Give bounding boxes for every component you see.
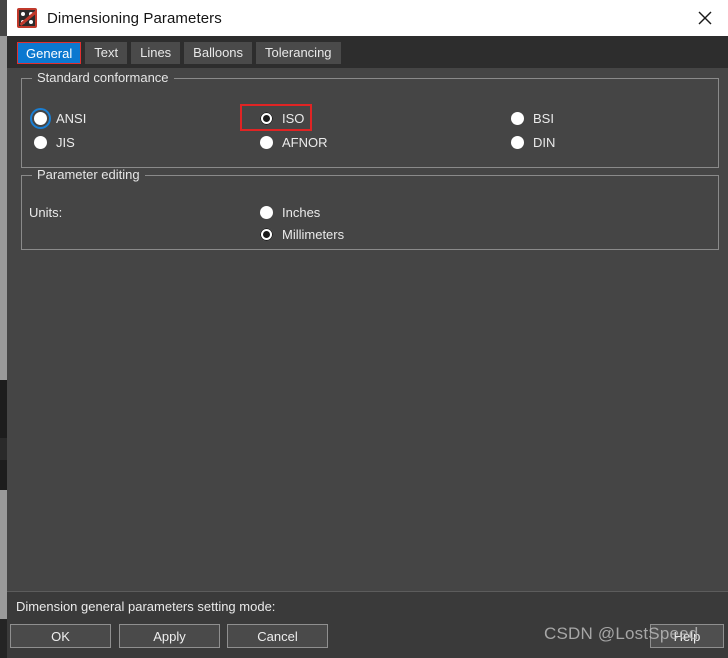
units-label: Units: (29, 205, 62, 220)
standard-conformance-group: Standard conformance ANSI JIS ISO AFNOR (21, 78, 719, 168)
radio-afnor[interactable]: AFNOR (260, 135, 328, 150)
cancel-button[interactable]: Cancel (227, 624, 328, 648)
dimensioning-parameters-dialog: Dimensioning Parameters General Text Lin… (0, 0, 728, 658)
tab-text[interactable]: Text (85, 42, 127, 64)
dialog-body: Standard conformance ANSI JIS ISO AFNOR (7, 68, 728, 591)
radio-ansi-label: ANSI (56, 111, 86, 126)
radio-din[interactable]: DIN (511, 135, 555, 150)
radio-inches[interactable]: Inches (260, 205, 320, 220)
radio-jis[interactable]: JIS (34, 135, 75, 150)
radio-iso-label: ISO (282, 111, 304, 126)
tab-tolerancing[interactable]: Tolerancing (256, 42, 341, 64)
radio-iso[interactable]: ISO (260, 111, 304, 126)
radio-inches-indicator (260, 206, 273, 219)
radio-bsi-indicator (511, 112, 524, 125)
radio-inches-label: Inches (282, 205, 320, 220)
radio-afnor-indicator (260, 136, 273, 149)
tab-balloons[interactable]: Balloons (184, 42, 252, 64)
title-bar: Dimensioning Parameters (7, 0, 728, 36)
help-button[interactable]: Help (650, 624, 724, 648)
radio-ansi-indicator (34, 112, 47, 125)
tab-bar: General Text Lines Balloons Tolerancing (7, 36, 728, 68)
tab-general[interactable]: General (17, 42, 81, 64)
radio-din-label: DIN (533, 135, 555, 150)
background-strip (0, 380, 7, 490)
standard-conformance-legend: Standard conformance (32, 71, 174, 85)
status-text: Dimension general parameters setting mod… (16, 599, 275, 614)
ok-button[interactable]: OK (10, 624, 111, 648)
dimension-dice-icon (17, 8, 37, 28)
tab-lines[interactable]: Lines (131, 42, 180, 64)
radio-millimeters[interactable]: Millimeters (260, 227, 344, 242)
radio-millimeters-indicator (260, 228, 273, 241)
radio-millimeters-label: Millimeters (282, 227, 344, 242)
radio-jis-label: JIS (56, 135, 75, 150)
close-icon[interactable] (682, 0, 728, 36)
radio-bsi-label: BSI (533, 111, 554, 126)
background-strip (0, 36, 7, 619)
background-strip (0, 438, 7, 460)
parameter-editing-group: Parameter editing Inches Millimeters (21, 175, 719, 250)
radio-din-indicator (511, 136, 524, 149)
radio-bsi[interactable]: BSI (511, 111, 554, 126)
window-title: Dimensioning Parameters (47, 10, 222, 27)
radio-jis-indicator (34, 136, 47, 149)
radio-ansi[interactable]: ANSI (34, 111, 86, 126)
radio-afnor-label: AFNOR (282, 135, 328, 150)
dialog-footer: Dimension general parameters setting mod… (7, 591, 728, 658)
apply-button[interactable]: Apply (119, 624, 220, 648)
parameter-editing-legend: Parameter editing (32, 168, 145, 182)
radio-iso-indicator (260, 112, 273, 125)
